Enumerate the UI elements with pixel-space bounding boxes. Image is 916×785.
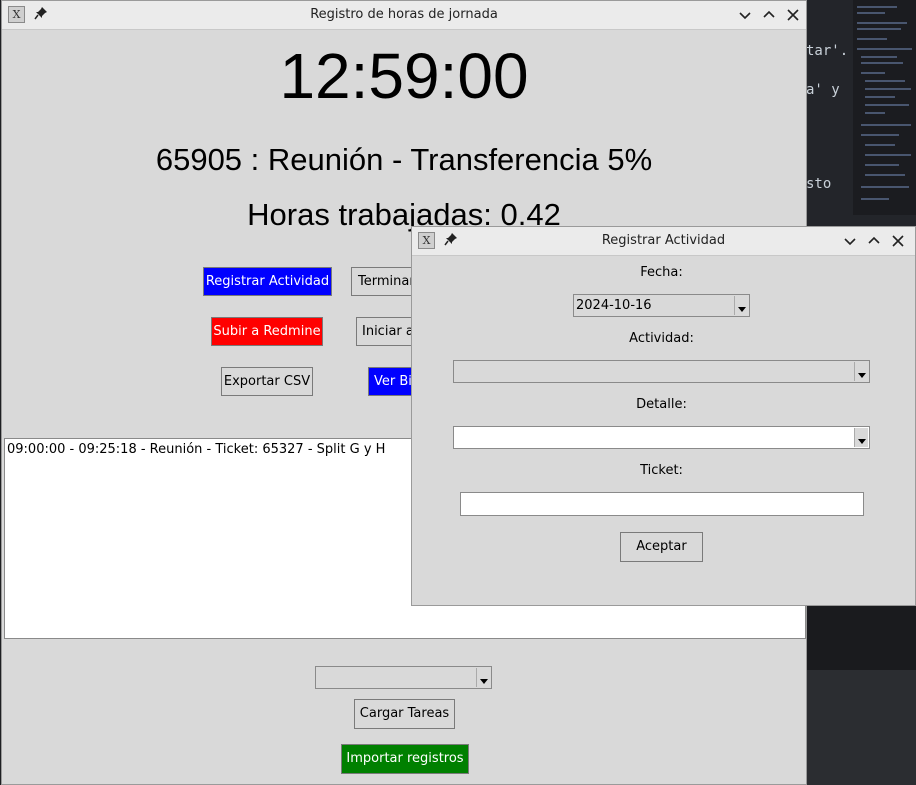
ticket-label: Ticket: xyxy=(640,463,683,478)
editor-text-fragment: a' y xyxy=(806,82,840,98)
ticket-input[interactable] xyxy=(460,492,864,516)
close-icon[interactable] xyxy=(888,231,908,251)
detalle-select[interactable] xyxy=(453,426,870,449)
actividad-select[interactable] xyxy=(453,360,870,383)
terminar-button[interactable]: Terminar xyxy=(351,267,415,296)
minimize-icon[interactable] xyxy=(735,5,755,25)
fecha-label: Fecha: xyxy=(640,265,683,280)
importar-registros-button[interactable]: Importar registros xyxy=(341,744,469,774)
dialog-titlebar[interactable]: X Registrar Actividad xyxy=(412,227,915,256)
ver-bitacora-button[interactable]: Ver Bit xyxy=(368,367,415,396)
editor-text-fragment: tar'. xyxy=(806,43,849,59)
dropdown-arrow-icon[interactable] xyxy=(476,668,490,687)
subir-redmine-button[interactable]: Subir a Redmine xyxy=(211,317,323,346)
fecha-value: 2024-10-16 xyxy=(576,298,652,313)
exportar-csv-button[interactable]: Exportar CSV xyxy=(221,367,313,396)
cargar-tareas-button[interactable]: Cargar Tareas xyxy=(354,699,455,729)
aceptar-button[interactable]: Aceptar xyxy=(620,532,703,562)
editor-status-area xyxy=(806,670,916,785)
actividad-label: Actividad: xyxy=(629,331,694,346)
detalle-label: Detalle: xyxy=(636,397,687,412)
registrar-actividad-dialog: X Registrar Actividad Fecha: 2024-10-16 … xyxy=(411,226,916,606)
window-title: Registro de horas de jornada xyxy=(310,7,498,22)
close-icon[interactable] xyxy=(783,5,803,25)
dropdown-arrow-icon[interactable] xyxy=(854,428,868,447)
fecha-select[interactable]: 2024-10-16 xyxy=(573,294,750,317)
minimize-icon[interactable] xyxy=(840,231,860,251)
dropdown-arrow-icon[interactable] xyxy=(854,362,868,381)
editor-text-fragment: sto xyxy=(806,176,832,192)
main-titlebar[interactable]: X Registro de horas de jornada xyxy=(2,1,806,30)
maximize-icon[interactable] xyxy=(864,231,884,251)
current-task-label: 65905 : Reunión - Transferencia 5% xyxy=(155,142,653,177)
task-select[interactable] xyxy=(315,666,492,689)
maximize-icon[interactable] xyxy=(759,5,779,25)
registrar-actividad-button[interactable]: Registrar Actividad xyxy=(203,267,332,296)
clock-display: 12:59:00 xyxy=(279,40,529,112)
iniciar-button[interactable]: Iniciar a xyxy=(356,317,415,346)
dropdown-arrow-icon[interactable] xyxy=(734,296,748,315)
editor-minimap[interactable] xyxy=(853,0,916,215)
